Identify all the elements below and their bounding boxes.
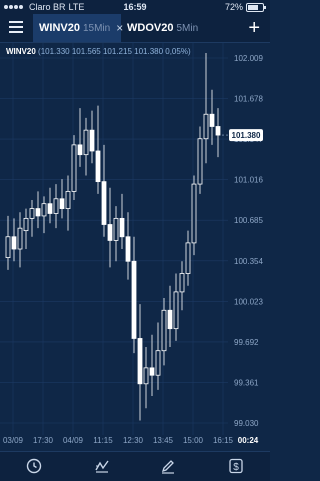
candle-body xyxy=(89,129,95,152)
bottom-toolbar: $ xyxy=(0,451,270,481)
y-tick-label: 100.685 xyxy=(234,216,263,225)
y-tick-label: 99.692 xyxy=(234,338,259,347)
candle-body xyxy=(209,113,215,127)
pencil-icon[interactable] xyxy=(160,458,176,474)
candle-body xyxy=(35,208,41,217)
candle-body xyxy=(59,198,65,209)
candle-body xyxy=(215,126,221,136)
candle-body xyxy=(113,217,119,241)
candle-body xyxy=(17,227,23,250)
price-chart[interactable]: 102.009101.678101.347101.016100.685100.3… xyxy=(0,42,270,451)
candle-body xyxy=(77,144,83,156)
menu-icon[interactable] xyxy=(9,21,23,33)
x-tick-label: 04/09 xyxy=(63,436,84,445)
y-tick-label: 102.009 xyxy=(234,54,263,63)
tab-timeframe: 5Min xyxy=(176,22,199,34)
svg-text:$: $ xyxy=(233,462,239,473)
candle-body xyxy=(119,217,125,238)
battery-icon xyxy=(246,2,266,12)
candle-body xyxy=(5,236,11,258)
tab-wdov20[interactable]: WDOV20 5Min xyxy=(127,14,198,42)
x-tick-label: 15:00 xyxy=(183,436,204,445)
add-tab-button[interactable]: + xyxy=(248,17,260,40)
candle-body xyxy=(197,138,203,185)
candle-body xyxy=(101,181,107,225)
x-tick-label: 13:45 xyxy=(153,436,174,445)
candle-body xyxy=(149,367,155,376)
candle-body xyxy=(71,144,77,192)
candle-body xyxy=(125,236,131,262)
chart-header: WINV20 (101.330 101.565 101.215 101.380 … xyxy=(6,47,191,56)
x-tick-label: 00:24 xyxy=(238,436,259,445)
candle-body xyxy=(11,236,17,250)
x-tick-label: 16:15 xyxy=(213,436,234,445)
dollar-icon[interactable]: $ xyxy=(228,458,244,474)
candle-body xyxy=(131,260,137,339)
candle-body xyxy=(65,191,71,209)
battery-info: 72% xyxy=(224,2,266,12)
y-tick-label: 101.016 xyxy=(234,176,263,185)
candle-body xyxy=(23,217,29,232)
candle-body xyxy=(107,224,113,241)
x-tick-label: 17:30 xyxy=(33,436,54,445)
tab-bar: WINV20 15Min × WDOV20 5Min + xyxy=(0,14,270,43)
tab-timeframe: 15Min xyxy=(82,22,111,34)
candle-body xyxy=(95,150,101,183)
ohlc-values: (101.330 101.565 101.215 101.380 0,05%) xyxy=(38,47,191,56)
candle-body xyxy=(191,183,197,244)
indicator-icon[interactable] xyxy=(94,458,110,474)
candle-body xyxy=(143,367,149,385)
status-bar: Claro BR LTE 16:59 72% xyxy=(0,0,270,14)
y-tick-label: 99.030 xyxy=(234,419,259,428)
tab-symbol: WDOV20 xyxy=(127,22,174,34)
y-tick-label: 100.023 xyxy=(234,297,263,306)
candle-body xyxy=(179,273,185,293)
candle-body xyxy=(161,309,167,352)
tab-symbol: WINV20 xyxy=(39,22,80,34)
candle-body xyxy=(53,198,59,214)
candle-body xyxy=(137,338,143,385)
candle-body xyxy=(47,203,53,214)
chart-symbol: WINV20 xyxy=(6,47,36,56)
close-icon[interactable]: × xyxy=(116,21,123,35)
candle-body xyxy=(173,291,179,330)
candle-body xyxy=(29,208,35,219)
y-tick-label: 99.361 xyxy=(234,378,259,387)
candle-body xyxy=(155,350,161,376)
candle-body xyxy=(185,242,191,274)
candle-body xyxy=(167,309,173,330)
candle-body xyxy=(41,203,47,217)
clock-icon[interactable] xyxy=(26,458,42,474)
x-tick-label: 03/09 xyxy=(3,436,24,445)
candle-body xyxy=(83,129,89,156)
battery-percent: 72% xyxy=(224,2,243,12)
last-price-label: 101.380 xyxy=(232,131,261,140)
y-tick-label: 101.678 xyxy=(234,95,263,104)
y-tick-label: 100.354 xyxy=(234,257,263,266)
x-tick-label: 12:30 xyxy=(123,436,144,445)
tab-winv20[interactable]: WINV20 15Min × xyxy=(33,14,123,42)
candle-body xyxy=(203,113,209,140)
x-tick-label: 11:15 xyxy=(93,436,113,445)
